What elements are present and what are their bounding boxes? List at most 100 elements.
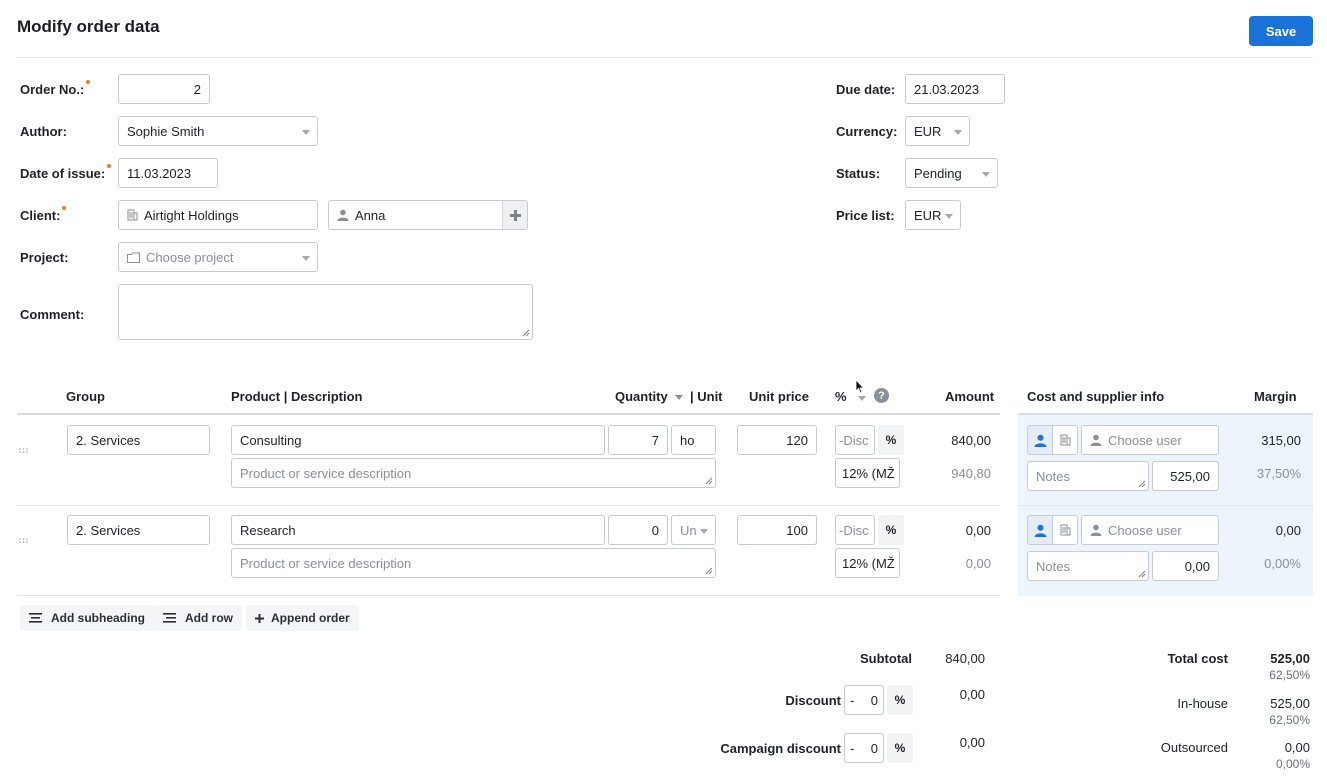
description-placeholder: Product or service description xyxy=(240,555,412,571)
sort-down-icon xyxy=(675,395,684,400)
margin-pct-value: 0,00% xyxy=(1264,556,1301,571)
resize-handle-icon[interactable] xyxy=(1138,480,1146,488)
inhouse-label: In-house xyxy=(1177,696,1228,711)
outsourced-label: Outsourced xyxy=(1160,740,1228,755)
cost-input[interactable]: 525,00 xyxy=(1152,461,1219,491)
subtotal-label: Subtotal xyxy=(860,651,912,666)
description-placeholder: Product or service description xyxy=(240,465,412,481)
currency-select[interactable]: EUR xyxy=(905,116,970,146)
client-company-select[interactable]: Airtight Holdings xyxy=(118,200,318,230)
product-input[interactable]: Consulting xyxy=(231,425,605,455)
header-unit-price: Unit price xyxy=(749,389,809,404)
drag-handle-icon[interactable] xyxy=(19,538,28,543)
unit-price-input[interactable]: 120 xyxy=(737,425,817,455)
mouse-cursor-icon xyxy=(855,379,865,394)
outsourced-value: 0,00 xyxy=(1284,740,1310,755)
drag-handle-icon[interactable] xyxy=(19,448,28,453)
row-divider xyxy=(1018,505,1313,506)
unit-select[interactable]: Un xyxy=(671,515,716,545)
order-no-input[interactable]: 2 xyxy=(118,74,210,104)
client-contact-value: Anna xyxy=(355,207,386,223)
resize-handle-icon[interactable] xyxy=(1138,570,1146,578)
resize-handle-icon[interactable] xyxy=(522,329,530,337)
discount-type-button[interactable]: % xyxy=(878,425,904,455)
vat-select[interactable]: 12% (MŽ xyxy=(835,548,900,578)
user-icon xyxy=(1090,524,1102,536)
add-row-button[interactable]: Add row xyxy=(154,605,242,631)
project-select[interactable]: Choose project xyxy=(118,242,318,272)
description-textarea[interactable]: Product or service description xyxy=(231,458,716,488)
due-date-input[interactable]: 21.03.2023 xyxy=(905,74,1005,104)
resize-handle-icon[interactable] xyxy=(705,477,713,485)
header-cost: Cost and supplier info xyxy=(1027,389,1165,404)
discount-total-value: 0 xyxy=(870,692,878,708)
inhouse-toggle[interactable] xyxy=(1027,515,1053,545)
choose-user-select[interactable]: Choose user xyxy=(1081,515,1219,545)
price-list-select[interactable]: EUR xyxy=(905,200,961,230)
inhouse-value: 525,00 xyxy=(1270,696,1310,711)
header-divider xyxy=(17,57,1313,58)
project-label: Project: xyxy=(20,250,69,265)
row-divider xyxy=(17,505,1000,506)
unit-input[interactable]: ho xyxy=(671,425,716,455)
inhouse-toggle[interactable] xyxy=(1027,425,1053,455)
product-input[interactable]: Research xyxy=(231,515,605,545)
chevron-down-icon xyxy=(858,396,867,401)
group-input[interactable]: 2. Services xyxy=(67,515,210,545)
quantity-input[interactable]: 0 xyxy=(608,515,668,545)
append-order-label: Append order xyxy=(271,611,350,625)
client-contact-select[interactable]: Anna xyxy=(328,200,528,230)
notes-textarea[interactable]: Notes xyxy=(1027,461,1149,491)
add-row-label: Add row xyxy=(185,611,233,625)
vat-select[interactable]: 12% (MŽ xyxy=(835,458,900,488)
discount-sign: - xyxy=(850,692,855,708)
header-unit-label: | Unit xyxy=(689,389,723,404)
client-label: Client: xyxy=(20,206,67,223)
total-cost-value: 525,00 xyxy=(1270,651,1310,666)
campaign-discount-type-button[interactable]: % xyxy=(887,733,913,763)
comment-label: Comment: xyxy=(20,307,85,322)
supplier-toggle[interactable] xyxy=(1052,515,1078,545)
date-of-issue-input[interactable]: 11.03.2023 xyxy=(118,158,218,188)
cost-input[interactable]: 0,00 xyxy=(1152,551,1219,581)
notes-textarea[interactable]: Notes xyxy=(1027,551,1149,581)
amount-gross-value: 940,80 xyxy=(951,466,991,481)
folder-icon xyxy=(127,252,140,263)
discount-input[interactable]: -Disc xyxy=(835,515,875,545)
plus-icon xyxy=(255,613,264,623)
discount-total-type-button[interactable]: % xyxy=(887,685,913,715)
status-select[interactable]: Pending xyxy=(905,158,998,188)
group-input[interactable]: 2. Services xyxy=(67,425,210,455)
resize-handle-icon[interactable] xyxy=(705,567,713,575)
campaign-discount-label: Campaign discount xyxy=(720,741,841,756)
add-subheading-button[interactable]: Add subheading xyxy=(20,605,154,631)
amount-value: 840,00 xyxy=(951,433,991,448)
page-title: Modify order data xyxy=(17,17,160,36)
append-order-button[interactable]: Append order xyxy=(246,605,359,631)
quantity-input[interactable]: 7 xyxy=(608,425,668,455)
table-header-divider xyxy=(17,413,1000,415)
campaign-discount-input[interactable]: - 0 xyxy=(844,733,884,763)
campaign-sign: - xyxy=(850,740,855,756)
margin-value: 315,00 xyxy=(1261,433,1301,448)
discount-placeholder: -Disc xyxy=(839,432,869,448)
description-textarea[interactable]: Product or service description xyxy=(231,548,716,578)
building-icon xyxy=(1060,434,1070,446)
discount-input[interactable]: -Disc xyxy=(835,425,875,455)
rows-icon xyxy=(163,613,176,623)
help-icon[interactable]: ? xyxy=(874,388,889,403)
choose-user-select[interactable]: Choose user xyxy=(1081,425,1219,455)
discount-total-input[interactable]: - 0 xyxy=(844,685,884,715)
header-quantity[interactable]: Quantity | Unit xyxy=(615,389,723,404)
total-cost-label: Total cost xyxy=(1167,651,1228,666)
supplier-toggle[interactable] xyxy=(1052,425,1078,455)
unit-price-input[interactable]: 100 xyxy=(737,515,817,545)
choose-user-placeholder: Choose user xyxy=(1108,522,1182,538)
save-button[interactable]: Save xyxy=(1249,16,1313,46)
required-dot xyxy=(62,206,67,210)
add-contact-button[interactable] xyxy=(502,201,527,229)
comment-textarea[interactable] xyxy=(118,284,533,340)
author-select[interactable]: Sophie Smith xyxy=(118,116,318,146)
price-list-value: EUR xyxy=(914,207,942,223)
discount-type-button[interactable]: % xyxy=(878,515,904,545)
